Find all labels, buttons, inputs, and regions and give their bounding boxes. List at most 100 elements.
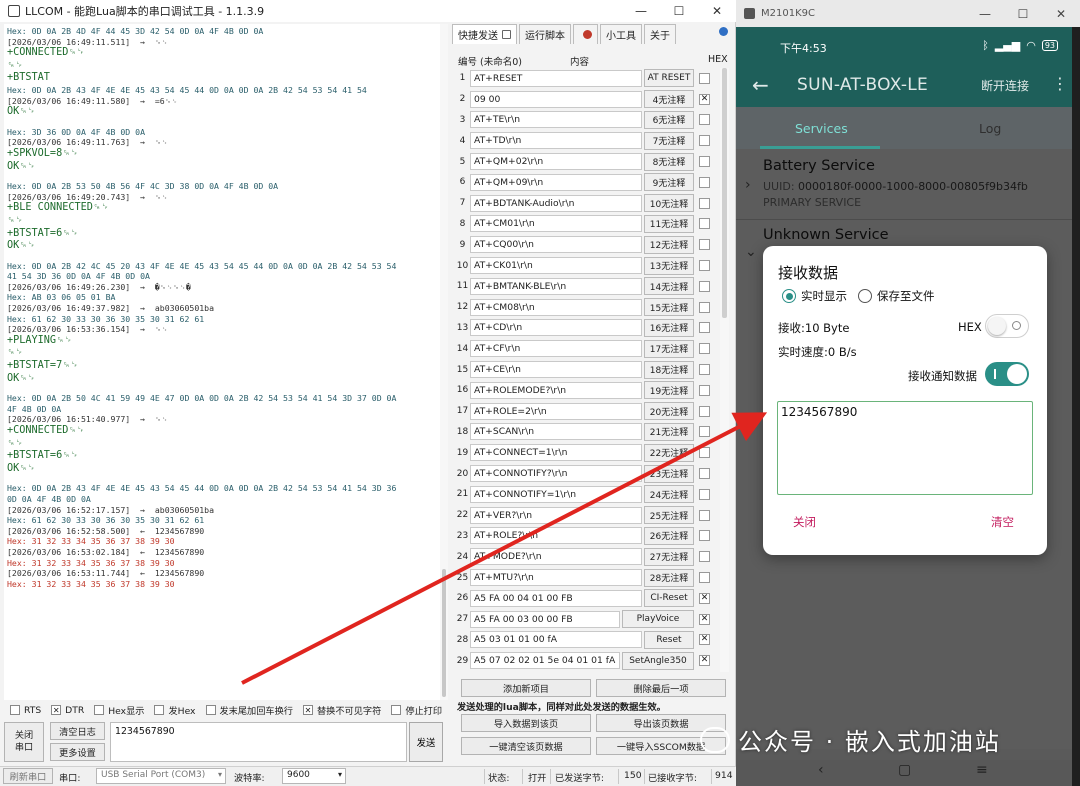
log-scrollbar[interactable] <box>440 24 448 700</box>
refresh-port-button[interactable]: 刷新串口 <box>3 768 53 784</box>
tab-about[interactable]: 关于 <box>644 24 676 44</box>
hex-checkbox[interactable] <box>699 343 710 355</box>
serial-log[interactable]: Hex: 0D 0A 2B 4D 4F 44 45 3D 42 54 0D 0A… <box>4 24 445 700</box>
hex-toggle[interactable] <box>985 314 1029 338</box>
disconnect-button[interactable]: 断开连接 <box>981 77 1029 94</box>
option-checkbox[interactable]: Hex显示 <box>94 703 144 717</box>
hex-checkbox[interactable] <box>699 280 710 292</box>
option-checkbox[interactable]: 发末尾加回车换行 <box>205 703 293 717</box>
hex-checkbox[interactable]: ✕ <box>699 634 710 646</box>
send-command-button[interactable]: 26无注释 <box>644 526 694 545</box>
tab-run-script[interactable]: 运行脚本 <box>519 24 571 44</box>
hex-checkbox[interactable] <box>699 468 710 480</box>
send-command-button[interactable]: Reset <box>644 630 694 649</box>
hex-checkbox[interactable] <box>699 509 710 521</box>
received-data-box[interactable]: 1234567890 <box>777 401 1033 495</box>
command-input[interactable]: AT+CE\r\n <box>470 361 642 379</box>
hex-checkbox[interactable] <box>699 447 710 459</box>
send-command-button[interactable]: 20无注释 <box>644 402 694 421</box>
globe-icon[interactable] <box>719 27 728 36</box>
close-port-button[interactable]: 关闭 串口 <box>4 722 44 762</box>
command-input[interactable]: AT+CD\r\n <box>470 319 642 337</box>
maximize-button[interactable]: ☐ <box>1004 0 1042 27</box>
nav-back-icon[interactable]: ‹ <box>818 762 824 778</box>
send-input[interactable]: 1234567890 <box>110 722 407 762</box>
send-button[interactable]: 发送 <box>409 722 443 762</box>
command-input[interactable]: AT+BMTANK-BLE\r\n <box>470 277 642 295</box>
hex-checkbox[interactable]: ✕ <box>699 592 710 604</box>
hex-checkbox[interactable] <box>699 114 710 126</box>
command-input[interactable]: AT+ROLE?\r\n <box>470 527 642 545</box>
hex-checkbox[interactable]: ✕ <box>699 613 710 625</box>
hex-checkbox[interactable] <box>699 572 710 584</box>
option-checkbox[interactable]: ✕ DTR <box>51 705 84 716</box>
tab-services[interactable]: Services <box>795 121 848 136</box>
minimize-button[interactable]: — <box>966 0 1004 27</box>
radio-save-file[interactable]: 保存至文件 <box>858 288 935 304</box>
command-input[interactable]: AT+CK01\r\n <box>470 257 642 275</box>
send-command-button[interactable]: 18无注释 <box>644 360 694 379</box>
send-command-button[interactable]: 16无注释 <box>644 318 694 337</box>
clear-log-button[interactable]: 清空日志 <box>50 722 105 740</box>
minimize-button[interactable]: — <box>622 0 660 22</box>
option-checkbox[interactable]: 停止打印 <box>391 703 442 717</box>
command-input[interactable]: AT+QM+09\r\n <box>470 173 642 191</box>
send-command-button[interactable]: 23无注释 <box>644 464 694 483</box>
hex-checkbox[interactable] <box>699 197 710 209</box>
more-vert-icon[interactable]: ⋮ <box>1052 74 1068 93</box>
hex-checkbox[interactable] <box>699 156 710 168</box>
command-input[interactable]: AT+QM+02\r\n <box>470 153 642 171</box>
hex-checkbox[interactable] <box>699 530 710 542</box>
command-input[interactable]: AT+CONNECT=1\r\n <box>470 444 642 462</box>
command-input[interactable]: A5 07 02 02 01 5e 04 01 01 fA <box>470 652 620 670</box>
send-command-button[interactable]: 9无注释 <box>644 173 694 192</box>
command-input[interactable]: AT+MTU?\r\n <box>470 569 642 587</box>
clear-page-button[interactable]: 一键清空该页数据 <box>461 737 591 755</box>
hex-checkbox[interactable] <box>699 488 710 500</box>
send-command-button[interactable]: 10无注释 <box>644 194 694 213</box>
send-command-button[interactable]: 27无注释 <box>644 547 694 566</box>
close-button[interactable]: ✕ <box>1042 0 1080 27</box>
hex-checkbox[interactable] <box>699 135 710 147</box>
send-command-button[interactable]: 24无注释 <box>644 485 694 504</box>
send-command-button[interactable]: 25无注释 <box>644 506 694 525</box>
command-input[interactable]: 09 00 <box>470 90 642 108</box>
radio-realtime[interactable]: 实时显示 <box>782 288 847 304</box>
send-command-button[interactable]: PlayVoice <box>622 610 694 629</box>
send-command-button[interactable]: 8无注释 <box>644 152 694 171</box>
hex-checkbox[interactable] <box>699 260 710 272</box>
back-arrow-icon[interactable]: ← <box>752 73 769 97</box>
nav-home-icon[interactable]: ▢ <box>898 762 911 778</box>
command-input[interactable]: AT+CQ00\r\n <box>470 236 642 254</box>
hex-checkbox[interactable] <box>699 426 710 438</box>
notify-toggle[interactable] <box>985 362 1029 386</box>
command-input[interactable]: AT+TD\r\n <box>470 132 642 150</box>
port-select[interactable]: USB Serial Port (COM3) ▾ <box>96 768 226 784</box>
command-input[interactable]: AT+RESET <box>470 69 642 87</box>
send-command-button[interactable]: 7无注释 <box>644 131 694 150</box>
hex-checkbox[interactable] <box>699 239 710 251</box>
tab-log[interactable]: Log <box>979 121 1001 136</box>
send-command-button[interactable]: SetAngle350 <box>622 651 694 670</box>
send-command-button[interactable]: AT RESET <box>644 69 694 88</box>
hex-checkbox[interactable]: ✕ <box>699 93 710 105</box>
service-item[interactable]: › Battery Service UUID: 0000180f-0000-10… <box>736 149 1072 219</box>
send-command-button[interactable]: 19无注释 <box>644 381 694 400</box>
command-input[interactable]: AT+TE\r\n <box>470 111 642 129</box>
send-command-button[interactable]: 22无注释 <box>644 443 694 462</box>
delete-last-button[interactable]: 删除最后一项 <box>596 679 726 697</box>
command-input[interactable]: AT+ROLE=2\r\n <box>470 402 642 420</box>
send-command-button[interactable]: CI-Reset <box>644 589 694 608</box>
send-command-button[interactable]: 11无注释 <box>644 214 694 233</box>
command-input[interactable]: AT+SCAN\r\n <box>470 423 642 441</box>
send-command-button[interactable]: 13无注释 <box>644 256 694 275</box>
command-input[interactable]: AT+BDTANK-Audio\r\n <box>470 194 642 212</box>
hex-checkbox[interactable]: ✕ <box>699 655 710 667</box>
hex-checkbox[interactable] <box>699 364 710 376</box>
send-command-button[interactable]: 17无注释 <box>644 339 694 358</box>
command-input[interactable]: A5 03 01 01 00 fA <box>470 631 642 649</box>
hex-checkbox[interactable] <box>699 218 710 230</box>
send-command-button[interactable]: 6无注释 <box>644 110 694 129</box>
command-input[interactable]: AT+VER?\r\n <box>470 506 642 524</box>
command-input[interactable]: A5 FA 00 04 01 00 FB <box>470 589 642 607</box>
